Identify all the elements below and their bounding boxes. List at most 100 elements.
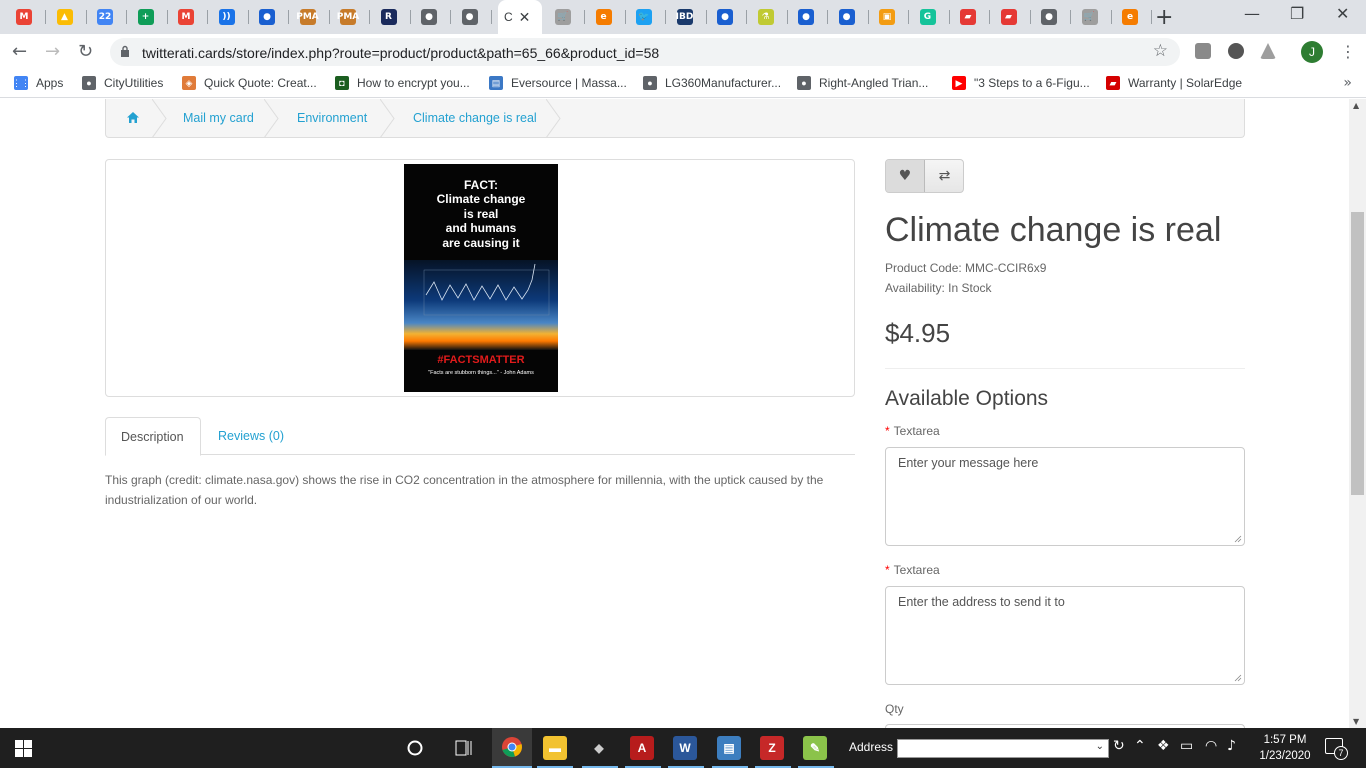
active-tab[interactable]: C ✕ xyxy=(498,0,542,34)
browser-tab[interactable]: ▰ xyxy=(991,4,1031,30)
product-action-buttons: ♥ ⇄ xyxy=(885,159,964,193)
browser-tab[interactable]: ● xyxy=(452,4,492,30)
acrobat-icon[interactable]: A xyxy=(630,736,654,760)
taskbar-address-input[interactable]: ⌄ xyxy=(897,739,1109,758)
profile-avatar[interactable]: J xyxy=(1301,41,1323,63)
notepad-icon[interactable]: ✎ xyxy=(803,736,827,760)
chrome-taskbar-icon[interactable] xyxy=(501,736,523,758)
message-field-label: * Textarea xyxy=(885,424,940,438)
file-explorer-icon[interactable]: ▬ xyxy=(543,736,567,760)
breadcrumb-environment[interactable]: Environment xyxy=(297,111,367,125)
bookmark-item[interactable]: ● CityUtilities xyxy=(82,76,163,90)
browser-tab[interactable]: e xyxy=(586,4,626,30)
bookmark-item[interactable]: ▤ Eversource | Massa... xyxy=(489,76,627,90)
browser-tab[interactable]: 🛒 xyxy=(545,4,585,30)
scrollbar-thumb[interactable] xyxy=(1351,212,1364,495)
bookmark-item[interactable]: ▰ Warranty | SolarEdge xyxy=(1106,76,1242,90)
cortana-search-icon[interactable] xyxy=(407,740,423,756)
volume-icon[interactable]: ♪ xyxy=(1227,738,1236,754)
bookmark-item[interactable]: ● LG360Manufacturer... xyxy=(643,76,781,90)
battery-icon[interactable]: ▭ xyxy=(1180,738,1193,754)
more-bookmarks-icon[interactable]: » xyxy=(1343,75,1352,91)
taskbar-clock[interactable]: 1:57 PM 1/23/2020 xyxy=(1253,732,1317,764)
extension-drive-icon[interactable] xyxy=(1260,43,1276,59)
address-bar[interactable]: twitterati.cards/store/index.php?route=p… xyxy=(110,38,1180,66)
word-icon[interactable]: W xyxy=(673,736,697,760)
browser-menu-icon[interactable]: ⋮ xyxy=(1340,42,1356,61)
browser-tab[interactable]: ⚗ xyxy=(748,4,788,30)
tab-reviews[interactable]: Reviews (0) xyxy=(203,417,299,456)
browser-tab[interactable]: + xyxy=(128,4,168,30)
new-tab-button[interactable]: + xyxy=(1155,5,1173,30)
browser-tab[interactable]: M xyxy=(168,4,208,30)
extension-circle-icon[interactable] xyxy=(1228,43,1244,59)
browser-tab[interactable]: ● xyxy=(249,4,289,30)
windows-start-icon[interactable] xyxy=(15,740,32,757)
home-icon[interactable] xyxy=(126,111,140,124)
wishlist-button[interactable]: ♥ xyxy=(886,160,925,192)
browser-tab[interactable]: e xyxy=(1112,4,1152,30)
filezilla-icon[interactable]: Z xyxy=(760,736,784,760)
minimize-button[interactable]: — xyxy=(1244,4,1260,23)
browser-tab[interactable]: )) xyxy=(209,4,249,30)
extension-g-icon[interactable] xyxy=(1195,43,1211,59)
browser-tab[interactable]: 🐦 xyxy=(626,4,666,30)
product-description: This graph (credit: climate.nasa.gov) sh… xyxy=(105,473,824,507)
reload-button[interactable]: ↻ xyxy=(78,41,93,62)
bookmark-item[interactable]: ▶ "3 Steps to a 6-Figu... xyxy=(952,76,1090,90)
lock-icon xyxy=(121,45,129,57)
browser-tab[interactable]: ● xyxy=(788,4,828,30)
breadcrumb-climate-change[interactable]: Climate change is real xyxy=(413,111,537,125)
address-textarea[interactable]: Enter the address to send it to xyxy=(885,586,1245,685)
forward-button[interactable]: → xyxy=(45,41,60,62)
browser-tab[interactable]: ● xyxy=(707,4,747,30)
gmail-icon: M xyxy=(16,9,32,25)
bookmark-item[interactable]: ◘ How to encrypt you... xyxy=(335,76,470,90)
close-tab-icon[interactable]: ✕ xyxy=(519,9,531,26)
tab-description[interactable]: Description xyxy=(105,417,201,456)
bookmark-star-icon[interactable]: ☆ xyxy=(1153,41,1168,61)
poster-hashtag: #FACTSMATTER xyxy=(437,354,525,366)
task-view-icon[interactable] xyxy=(455,740,473,756)
wifi-icon[interactable]: ◠ xyxy=(1205,738,1217,754)
compare-button[interactable]: ⇄ xyxy=(925,160,964,192)
tray-expand-icon[interactable]: ⌃ xyxy=(1134,738,1146,754)
page-scrollbar[interactable]: ▲ ▼ xyxy=(1349,99,1366,728)
bookmark-item[interactable]: ● Right-Angled Trian... xyxy=(797,76,928,90)
browser-tab[interactable]: PMA xyxy=(330,4,370,30)
bookmark-item[interactable]: ◈ Quick Quote: Creat... xyxy=(182,76,317,90)
bookmark-item[interactable]: ⋮⋮ Apps xyxy=(12,76,63,90)
notification-count: 7 xyxy=(1334,746,1348,760)
resize-grip-icon[interactable] xyxy=(1234,535,1242,543)
browser-tab[interactable]: ▣ xyxy=(869,4,909,30)
browser-tab[interactable]: ▲ xyxy=(47,4,87,30)
resize-grip-icon[interactable] xyxy=(1234,674,1242,682)
address-go-icon[interactable]: ↻ xyxy=(1113,738,1125,754)
outlook-icon[interactable]: ▤ xyxy=(717,736,741,760)
maximize-button[interactable]: ❐ xyxy=(1290,4,1304,23)
browser-tab[interactable]: PMA xyxy=(290,4,330,30)
browser-tab[interactable]: 🛒 xyxy=(1072,4,1112,30)
browser-tab[interactable]: IBD xyxy=(667,4,707,30)
chevron-down-icon[interactable]: ⌄ xyxy=(1096,741,1104,752)
product-image[interactable]: FACT: Climate change is real and humans … xyxy=(404,164,558,392)
breadcrumb-mail-my-card[interactable]: Mail my card xyxy=(183,111,254,125)
active-tab-title: C xyxy=(504,10,513,24)
action-center-icon[interactable]: 7 xyxy=(1325,738,1348,760)
back-button[interactable]: ← xyxy=(12,41,27,62)
message-textarea[interactable]: Enter your message here xyxy=(885,447,1245,546)
browser-tab[interactable]: ● xyxy=(1031,4,1071,30)
browser-tab[interactable]: ● xyxy=(411,4,451,30)
browser-tab[interactable]: G xyxy=(910,4,950,30)
browser-tab[interactable]: ● xyxy=(829,4,869,30)
browser-tab[interactable]: 22 xyxy=(87,4,127,30)
browser-tab[interactable]: M xyxy=(6,4,46,30)
close-window-button[interactable]: ✕ xyxy=(1336,4,1349,23)
scroll-down-icon[interactable]: ▼ xyxy=(1353,717,1359,726)
dropbox-icon[interactable]: ❖ xyxy=(1157,738,1170,754)
browser-tab[interactable]: ▰ xyxy=(950,4,990,30)
browser-tab[interactable]: R xyxy=(371,4,411,30)
app-icon[interactable]: ◆ xyxy=(587,736,611,760)
blue-globe-icon: ● xyxy=(838,9,855,25)
scroll-up-icon[interactable]: ▲ xyxy=(1353,101,1359,110)
